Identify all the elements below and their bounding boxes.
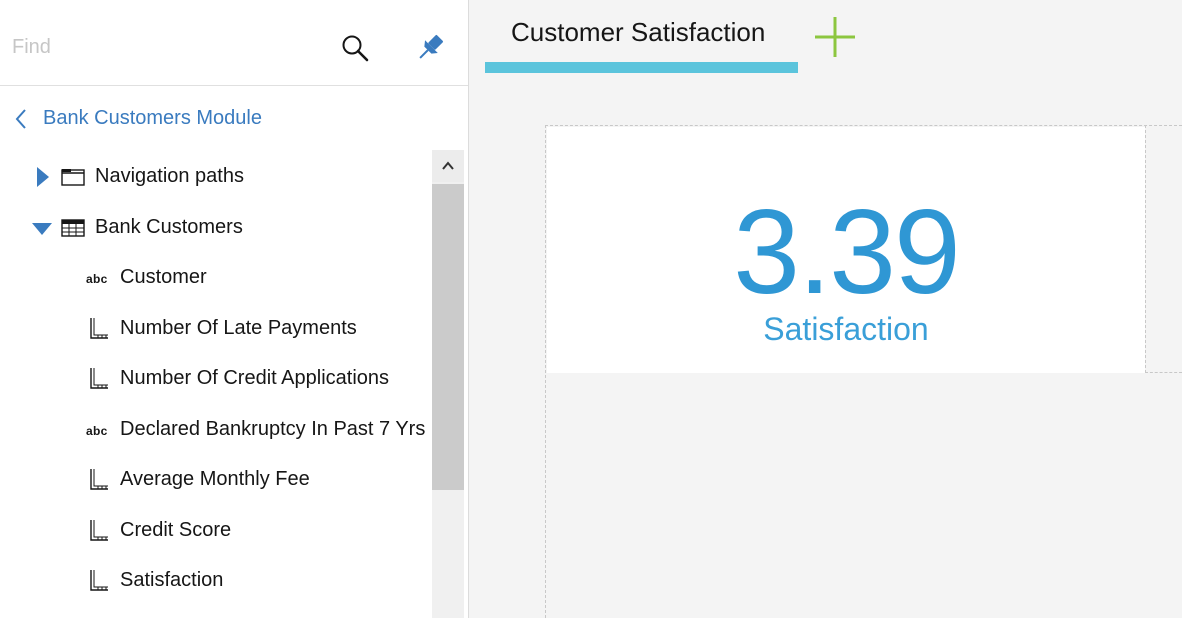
module-title: Bank Customers Module	[43, 107, 262, 129]
tab-label: Customer Satisfaction	[511, 17, 766, 47]
tree-scrollbar[interactable]	[432, 150, 464, 618]
chevron-up-icon	[442, 161, 454, 170]
tree-item-label: Satisfaction	[120, 569, 224, 591]
measure-icon	[90, 570, 108, 591]
tree-item-label: Credit Score	[120, 519, 232, 541]
module-back-link[interactable]: Bank Customers Module	[0, 100, 468, 140]
tree-item-label: Navigation paths	[95, 165, 244, 187]
tree-item-label: Number Of Late Payments	[120, 317, 357, 339]
tree-item-credit-score[interactable]: Credit Score	[0, 506, 432, 554]
find-bar	[0, 0, 468, 86]
tree-item-declared-bankruptcy[interactable]: abc Declared Bankruptcy In Past 7 Yrs	[0, 405, 432, 453]
scroll-up-button[interactable]	[432, 150, 464, 182]
tree-item-bank-customers[interactable]: Bank Customers	[0, 203, 432, 251]
search-icon	[342, 35, 369, 62]
data-source-panel: Bank Customers Module Navigation paths	[0, 0, 469, 618]
pin-button[interactable]	[413, 31, 447, 65]
text-attribute-icon: abc	[86, 424, 108, 438]
plus-icon	[815, 17, 855, 57]
grid-guide-vertical	[1145, 125, 1146, 373]
pin-icon	[419, 34, 444, 59]
search-button[interactable]	[340, 33, 370, 63]
chevron-left-icon	[15, 109, 26, 129]
folder-icon	[61, 169, 85, 186]
text-attribute-icon: abc	[86, 272, 108, 286]
grid-guide-horizontal	[1145, 372, 1182, 373]
kpi-label: Satisfaction	[763, 311, 929, 347]
tree-item-label: Number Of Credit Applications	[120, 367, 390, 389]
tree-item-navigation-paths[interactable]: Navigation paths	[0, 152, 432, 200]
tree-item-label: Bank Customers	[95, 216, 243, 238]
collapse-triangle-icon[interactable]	[31, 222, 53, 236]
add-tab-button[interactable]	[814, 16, 856, 58]
tree-item-number-of-late-payments[interactable]: Number Of Late Payments	[0, 304, 432, 352]
measure-icon	[90, 469, 108, 490]
find-input[interactable]	[12, 30, 312, 64]
tree-item-customer[interactable]: abc Customer	[0, 253, 432, 301]
measure-icon	[90, 520, 108, 541]
measure-icon	[90, 368, 108, 389]
tree-item-label: Declared Bankruptcy In Past 7 Yrs	[120, 418, 426, 440]
tree-item-label: Average Monthly Fee	[120, 468, 310, 490]
tab-customer-satisfaction[interactable]: Customer Satisfaction	[485, 0, 798, 74]
expand-triangle-icon[interactable]	[36, 166, 50, 188]
tree-item-number-of-credit-applications[interactable]: Number Of Credit Applications	[0, 354, 432, 402]
tree-item-average-monthly-fee[interactable]: Average Monthly Fee	[0, 455, 432, 503]
table-icon	[61, 219, 85, 237]
scroll-thumb[interactable]	[432, 184, 464, 490]
measure-icon	[90, 318, 108, 339]
kpi-value: 3.39	[733, 185, 961, 319]
kpi-widget[interactable]: 3.39 Satisfaction	[547, 127, 1145, 373]
source-tree: Navigation paths Bank Customers abc Cust…	[0, 150, 432, 618]
tree-item-label: Customer	[120, 266, 207, 288]
tree-item-satisfaction[interactable]: Satisfaction	[0, 556, 432, 604]
active-tab-indicator	[485, 62, 798, 73]
